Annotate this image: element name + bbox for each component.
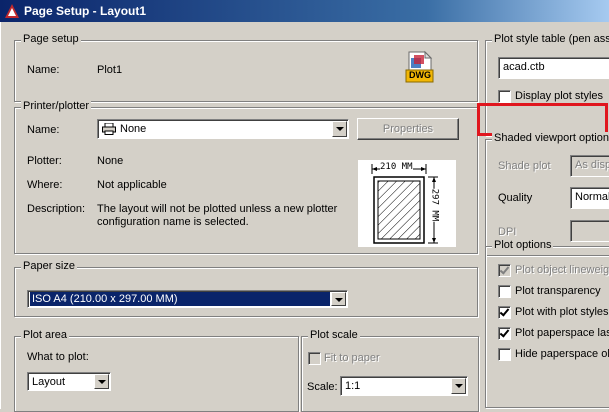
plot-with-plot-styles-checkbox[interactable] (498, 306, 511, 319)
chevron-down-icon (335, 298, 343, 302)
shaded-viewport-legend: Shaded viewport option (492, 132, 609, 144)
page-setup-group: Page setup Name: Plot1 DWG (14, 33, 478, 102)
scale-dropdown[interactable]: 1:1 (340, 376, 468, 396)
chevron-down-icon (98, 380, 106, 384)
plot-transparency-label: Plot transparency (515, 285, 601, 297)
chevron-down-icon (455, 384, 463, 388)
what-to-plot-dropdown-arrow[interactable] (94, 374, 109, 389)
page-setup-legend: Page setup (21, 33, 81, 45)
paper-preview-graphic (371, 164, 438, 244)
printer-icon (102, 123, 116, 135)
properties-button[interactable]: Properties (357, 118, 459, 140)
page-setup-name-value: Plot1 (97, 64, 123, 76)
plot-paperspace-last-label: Plot paperspace las (515, 327, 609, 339)
plot-area-group: Plot area What to plot: Layout (14, 329, 299, 412)
description-line-1: The layout will not be plotted unless a … (97, 203, 338, 215)
display-plot-styles-checkbox[interactable] (498, 90, 511, 103)
what-to-plot-value: Layout (32, 376, 66, 388)
description-line-2: configuration name is selected. (97, 216, 249, 228)
plot-options-legend: Plot options (492, 239, 554, 251)
what-to-plot-label: What to plot: (27, 351, 89, 363)
plotter-label: Plotter: (27, 155, 62, 167)
paper-size-value: ISO A4 (210.00 x 297.00 MM) (30, 292, 330, 306)
plot-style-table-legend: Plot style table (pen ass (492, 33, 609, 45)
autocad-app-icon[interactable] (4, 3, 20, 19)
printer-dropdown-arrow[interactable] (332, 121, 347, 137)
description-label: Description: (27, 203, 86, 215)
printer-name-label: Name: (27, 124, 60, 136)
where-label: Where: (27, 179, 63, 191)
what-to-plot-dropdown[interactable]: Layout (27, 372, 111, 391)
plot-style-table-dropdown[interactable]: acad.ctb (498, 57, 609, 79)
scale-dropdown-arrow[interactable] (451, 378, 466, 394)
quality-value: Normal (575, 191, 609, 203)
plot-options-group: Plot options Plot object lineweig Plot t… (485, 239, 609, 408)
plot-object-lineweights-label: Plot object lineweig (515, 264, 609, 276)
plot-scale-legend: Plot scale (308, 329, 360, 341)
paper-size-legend: Paper size (21, 260, 77, 272)
paper-size-dropdown-arrow[interactable] (331, 292, 346, 306)
properties-button-label: Properties (382, 123, 434, 135)
chevron-down-icon (336, 127, 344, 131)
page-setup-name-label: Name: (27, 64, 60, 76)
plot-scale-group: Plot scale Fit to paper Scale: 1:1 (301, 329, 479, 412)
plot-paperspace-last-checkbox[interactable] (498, 327, 511, 340)
dpi-input[interactable] (570, 220, 609, 242)
paper-size-dropdown[interactable]: ISO A4 (210.00 x 297.00 MM) (27, 290, 348, 308)
hide-paperspace-objects-checkbox[interactable] (498, 348, 511, 361)
window-title: Page Setup - Layout1 (24, 4, 147, 18)
printer-name-dropdown[interactable]: None (97, 119, 349, 139)
title-bar[interactable]: Page Setup - Layout1 (0, 0, 609, 22)
fit-to-paper-label: Fit to paper (324, 352, 380, 364)
plot-object-lineweights-checkbox[interactable] (498, 264, 511, 277)
shade-plot-dropdown[interactable]: As disp (570, 155, 609, 177)
shade-plot-label: Shade plot (498, 160, 551, 172)
quality-label: Quality (498, 192, 533, 204)
plot-transparency-checkbox[interactable] (498, 285, 511, 298)
dwg-badge-text: DWG (409, 70, 431, 80)
printer-plotter-legend: Printer/plotter (21, 100, 92, 112)
printer-plotter-group: Printer/plotter Name: None Properties Pl… (14, 100, 478, 254)
paper-preview: 210 MM 297 MM (358, 160, 456, 247)
shade-plot-value: As disp (575, 159, 609, 171)
quality-dropdown[interactable]: Normal (570, 187, 609, 209)
preview-width-label: 210 MM (380, 162, 413, 172)
scale-label: Scale: (307, 381, 338, 393)
plotter-value: None (97, 155, 124, 167)
scale-value: 1:1 (345, 380, 361, 392)
preview-height-label: 297 MM (429, 188, 440, 222)
display-plot-styles-label: Display plot styles (515, 90, 604, 102)
dpi-label: DPI (498, 226, 517, 238)
plot-area-legend: Plot area (21, 329, 70, 341)
where-value: Not applicable (97, 179, 167, 191)
hide-paperspace-objects-label: Hide paperspace ol (515, 348, 609, 360)
printer-name-value: None (120, 123, 147, 135)
plot-with-plot-styles-label: Plot with plot styles (515, 306, 609, 318)
plot-style-table-value: acad.ctb (503, 61, 545, 73)
dialog-body: Page setup Name: Plot1 DWG Printer/plott… (0, 22, 609, 412)
dwg-file-icon: DWG (405, 50, 435, 84)
fit-to-paper-checkbox[interactable] (308, 352, 321, 365)
